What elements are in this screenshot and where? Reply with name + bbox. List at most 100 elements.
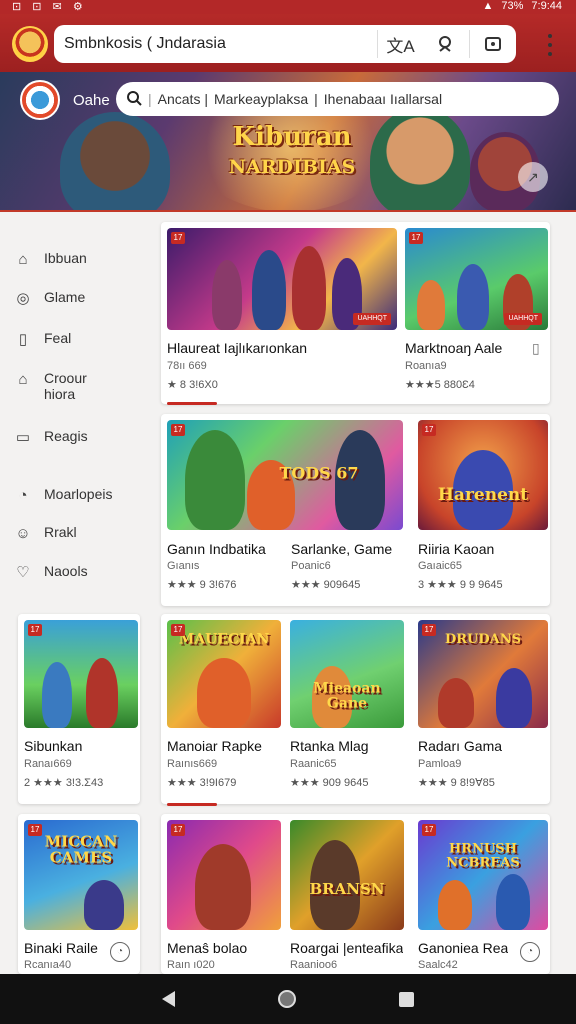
recent-apps-icon[interactable] bbox=[399, 991, 415, 1007]
thumbnail-art-text: MICCAN CAMES bbox=[44, 832, 118, 866]
app-logo[interactable] bbox=[12, 26, 48, 62]
game-card[interactable]: 17 UAHHQT Hlaureat Iajlıkarıonkan 78ıı 6… bbox=[167, 228, 397, 398]
card-rating: ★★★ 909645 bbox=[291, 579, 361, 591]
thumbnail-art-text: DRUDANS bbox=[444, 632, 522, 648]
tab-switcher-icon[interactable] bbox=[470, 25, 516, 63]
age-badge: 17 bbox=[28, 624, 42, 636]
game-thumbnail[interactable]: HRNUSH NCBREAS 17 bbox=[418, 820, 548, 930]
card-subtitle: Raanioo6 bbox=[290, 959, 338, 971]
sidebar-item-feed[interactable]: ▯ Feal bbox=[14, 330, 71, 348]
game-thumbnail[interactable]: BRANSN bbox=[290, 820, 404, 930]
thumbnail-art-text: BRANSN bbox=[309, 880, 385, 899]
card-title[interactable]: Binaki Raile bbox=[24, 940, 98, 956]
card-subtitle: Pamloa9 bbox=[418, 758, 462, 770]
card-rating: ★★★ 9 8!9Ɐ85 bbox=[418, 777, 495, 789]
card-subtitle: Rcanıa40 bbox=[24, 959, 72, 971]
card-subtitle: 78ıı 669 bbox=[167, 360, 207, 372]
card-title[interactable]: Ganoniea Rea bbox=[418, 940, 508, 956]
card-title[interactable]: Menaŝ bolao bbox=[167, 940, 247, 956]
site-search-bar[interactable]: | Ancats | Markeayplaksa | Ihenabaaı Iıa… bbox=[116, 82, 559, 116]
game-card[interactable]: HRNUSH NCBREAS 17 Ganoniea Rea Saalc42 ◔ bbox=[418, 820, 548, 974]
address-bar[interactable]: Smbnkosis ( Jndarasia 文A bbox=[54, 25, 516, 63]
category-tag: UAHHQT bbox=[504, 313, 542, 325]
game-card[interactable]: Mieaoan Gane Rtanka Mlag Raanic65 ★★★ 90… bbox=[290, 620, 404, 800]
game-card[interactable]: 17 Menaŝ bolao Raın ı020 bbox=[167, 820, 281, 974]
card-title[interactable]: Sibunkan bbox=[24, 738, 82, 754]
game-thumbnail[interactable]: 17 bbox=[167, 820, 281, 930]
card-title[interactable]: Rtanka Mlag bbox=[290, 738, 369, 754]
game-card[interactable]: BRANSN Roargai |enteafika Raanioo6 bbox=[290, 820, 404, 974]
card-rating: ★★★ 9 3!676 bbox=[167, 579, 237, 591]
game-thumbnail[interactable]: Mieaoan Gane bbox=[290, 620, 404, 728]
sidebar-item-rank[interactable]: ☺ Rrakl bbox=[14, 524, 76, 542]
sidebar-item-group[interactable]: ⌂ Croour hiora bbox=[14, 370, 86, 402]
bookmark-icon[interactable]: ▯ bbox=[532, 340, 540, 357]
search-icon bbox=[126, 90, 142, 109]
thumbnail-art-text: Mieaoan Gane bbox=[313, 680, 381, 711]
card-title[interactable]: Radarı Gama bbox=[418, 738, 502, 754]
card-title[interactable]: Ganın Indbatika bbox=[167, 541, 285, 557]
card-subtitle: Poanic6 bbox=[291, 560, 331, 572]
active-indicator bbox=[167, 803, 217, 806]
card-title[interactable]: Manoiar Rapke bbox=[167, 738, 262, 754]
search-chip[interactable]: Ancats | bbox=[158, 91, 208, 107]
card-subtitle: Roanıa9 bbox=[405, 360, 447, 372]
hero-banner[interactable]: Oahe | Ancats | Markeayplaksa | Ihenabaa… bbox=[0, 72, 576, 212]
card-title[interactable]: Roargai |enteafika bbox=[290, 940, 403, 956]
thumbnail-art-text: Harenent bbox=[437, 485, 529, 506]
card-rating: 3 ★★★ 9 9 9645 bbox=[418, 579, 503, 591]
browser-toolbar: Smbnkosis ( Jndarasia 文A bbox=[0, 14, 576, 72]
translate-icon[interactable]: 文A bbox=[378, 25, 424, 63]
age-badge: 17 bbox=[171, 824, 185, 836]
age-badge: 17 bbox=[422, 624, 436, 636]
game-card[interactable]: MAUECIAN 17 Manoiar Rapke Raınıs669 ★★★ … bbox=[167, 620, 281, 800]
sidebar-item-moderation[interactable]: ◔ Moarlopeis bbox=[14, 486, 112, 504]
site-logo[interactable] bbox=[20, 80, 60, 120]
game-thumbnail[interactable]: 17 UAHHQT bbox=[405, 228, 548, 330]
search-icon[interactable] bbox=[423, 25, 469, 63]
game-card[interactable]: 17 Sibunkan Ranaı669 2 ★★★ 3!3.Ʃ43 bbox=[24, 620, 138, 800]
sidebar-item-home[interactable]: ⌂ Ibbuan bbox=[14, 250, 86, 268]
url-text[interactable]: Smbnkosis ( Jndarasia bbox=[54, 35, 377, 53]
card-subtitle: Gıanıs bbox=[167, 560, 200, 572]
home-icon: ⌂ bbox=[18, 250, 28, 268]
game-card[interactable]: Harenent 17 Riiria Kaoan Gaıaic65 3 ★★★ … bbox=[418, 420, 548, 600]
age-badge: 17 bbox=[171, 624, 185, 636]
site-label: Oahe bbox=[73, 92, 110, 109]
sidebar-item-game[interactable]: ◎ Glame bbox=[14, 289, 85, 307]
bookmark-icon: ▯ bbox=[18, 331, 28, 348]
reader-icon: ▭ bbox=[15, 429, 31, 446]
age-badge: 17 bbox=[422, 824, 436, 836]
game-card[interactable]: 17 UAHHQT Marktnoaŋ Aale Roanıa9 ★★★5 88… bbox=[405, 228, 548, 398]
group-icon: ⌂ bbox=[18, 370, 28, 388]
back-icon[interactable] bbox=[161, 991, 175, 1007]
game-card[interactable]: TODS 67 17 Ganın Indbatika Gıanıs ★★★ 9 … bbox=[167, 420, 403, 600]
card-title[interactable]: Hlaureat Iajlıkarıonkan bbox=[167, 340, 307, 356]
card-title[interactable]: Sarlanke, Game bbox=[291, 541, 403, 557]
share-icon[interactable]: ↗ bbox=[518, 162, 548, 192]
card-title[interactable]: Marktnoaŋ Aale bbox=[405, 340, 502, 356]
card-rating: ★ 8 3!6X0 bbox=[167, 379, 218, 391]
home-button-icon[interactable] bbox=[277, 990, 296, 1008]
sidebar-item-location[interactable]: ♡ Naools bbox=[14, 563, 87, 581]
game-thumbnail[interactable]: 17 bbox=[24, 620, 138, 728]
game-thumbnail[interactable]: MICCAN CAMES 17 bbox=[24, 820, 138, 930]
game-thumbnail[interactable]: Harenent 17 bbox=[418, 420, 548, 530]
sidebar-item-reader[interactable]: ▭ Reagis bbox=[14, 428, 88, 446]
card-title[interactable]: Riiria Kaoan bbox=[418, 541, 494, 557]
game-thumbnail[interactable]: MAUECIAN 17 bbox=[167, 620, 281, 728]
card-subtitle: Saalc42 bbox=[418, 959, 458, 971]
search-chip[interactable]: Markeayplaksa bbox=[214, 91, 308, 107]
game-thumbnail[interactable]: TODS 67 17 bbox=[167, 420, 403, 530]
system-nav-bar bbox=[0, 974, 576, 1024]
card-subtitle: Raanic65 bbox=[290, 758, 337, 770]
game-card[interactable]: DRUDANS 17 Radarı Gama Pamloa9 ★★★ 9 8!9… bbox=[418, 620, 548, 800]
overflow-menu-icon[interactable] bbox=[540, 32, 560, 58]
game-card[interactable]: MICCAN CAMES 17 Binaki Raile Rcanıa40 ◔ bbox=[24, 820, 138, 974]
game-thumbnail[interactable]: 17 UAHHQT bbox=[167, 228, 397, 330]
game-thumbnail[interactable]: DRUDANS 17 bbox=[418, 620, 548, 728]
clock-icon[interactable]: ◔ bbox=[520, 942, 540, 962]
clock-icon[interactable]: ◔ bbox=[110, 942, 130, 962]
search-chip[interactable]: Ihenabaaı Iıallarsal bbox=[324, 91, 442, 107]
hero-character bbox=[370, 107, 470, 210]
